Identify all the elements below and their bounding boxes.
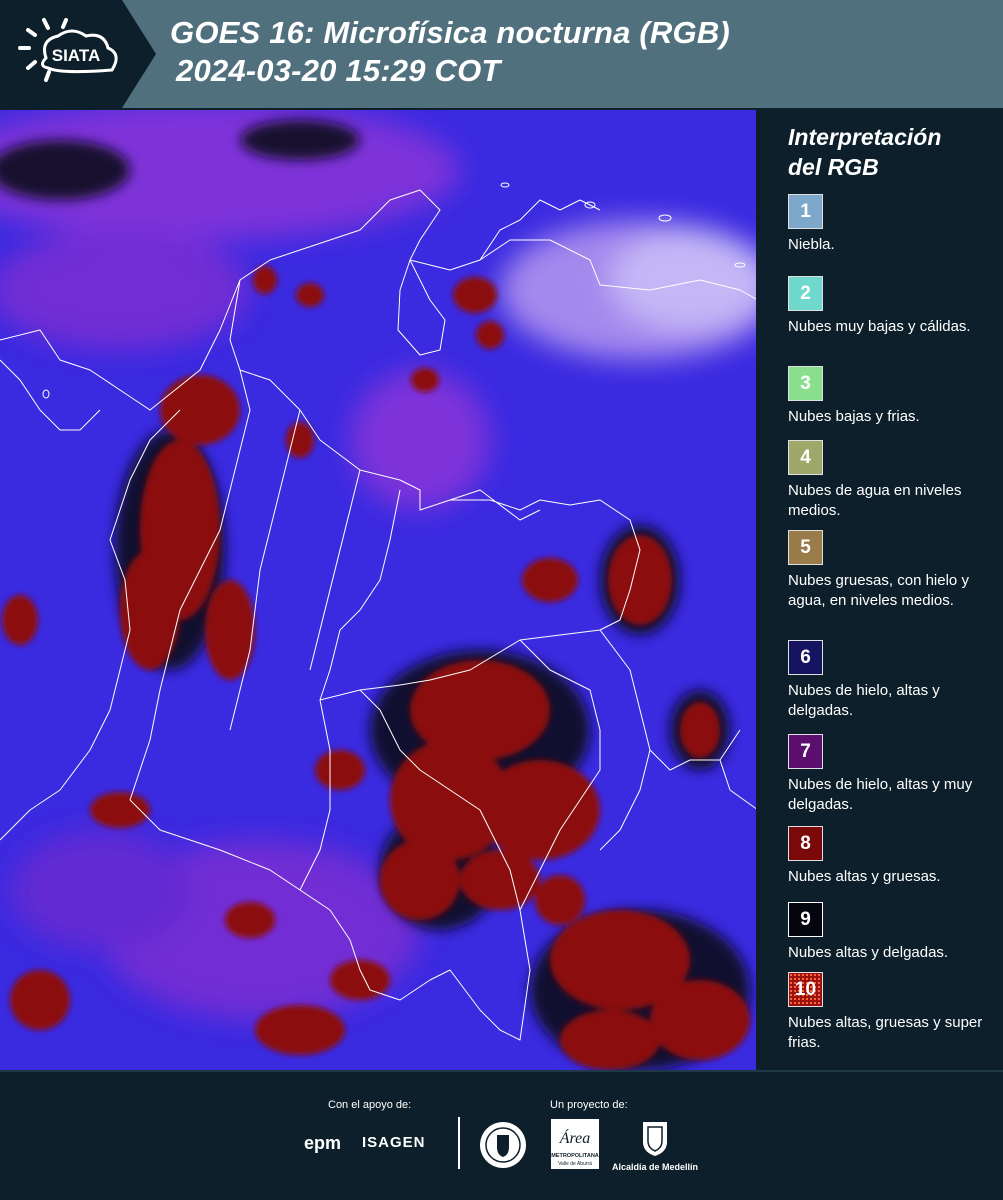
epm-logo: epm [304, 1133, 342, 1153]
project-label: Un proyecto de: [550, 1099, 628, 1111]
legend-swatch: 3 [788, 366, 823, 401]
legend-panel: Interpretación del RGB 1 Niebla. 2 Nubes mu… [760, 110, 1003, 1070]
footer-divider [458, 1117, 460, 1169]
legend-label: Nubes muy bajas y cálidas. [788, 318, 971, 335]
university-seal-icon [480, 1122, 526, 1168]
legend-title-line-1: Interpretación [788, 124, 942, 150]
legend-label: Niebla. [788, 236, 835, 253]
legend-label: Nubes altas, gruesas y super frias. [788, 1014, 983, 1051]
support-label: Con el apoyo de: [328, 1099, 412, 1111]
legend-item: 3 Nubes bajas y frias. [788, 366, 993, 427]
legend-swatch: 1 [788, 194, 823, 229]
legend-label: Nubes gruesas, con hielo y agua, en nive… [788, 572, 969, 609]
legend-item: 2 Nubes muy bajas y cálidas. [788, 276, 993, 337]
legend-label: Nubes altas y gruesas. [788, 868, 941, 885]
legend-item: 1 Niebla. [788, 194, 993, 255]
legend-swatch: 10 [788, 972, 823, 1007]
legend-label: Nubes altas y delgadas. [788, 944, 949, 961]
svg-text:SIATA: SIATA [52, 46, 100, 65]
siata-logo: SIATA [0, 0, 160, 108]
legend-item: 5 Nubes gruesas, con hielo y agua, en niv… [788, 530, 993, 611]
isagen-logo: ISAGEN [362, 1134, 426, 1151]
legend-swatch: 4 [788, 440, 823, 475]
legend-item: 9 Nubes altas y delgadas. [788, 902, 993, 963]
title-line-2: 2024-03-20 15:29 COT [176, 53, 501, 88]
legend-label: Nubes de hielo, altas y muy delgadas. [788, 776, 973, 813]
area-metropolitana-logo: Área METROPOLITANA Valle de Aburrá [551, 1119, 599, 1169]
legend-swatch: 5 [788, 530, 823, 565]
shield-icon [643, 1122, 667, 1156]
legend-title: Interpretación del RGB [788, 122, 941, 182]
svg-text:Valle de Aburrá: Valle de Aburrá [558, 1161, 592, 1167]
alcaldia-label: Alcaldía de Medellín [612, 1162, 699, 1172]
satellite-map[interactable] [0, 110, 758, 1070]
title-line-1: GOES 16: Microfísica nocturna (RGB) [170, 15, 730, 50]
footer: Con el apoyo de: Un proyecto de: epm ISA… [0, 1070, 1003, 1200]
legend-swatch: 9 [788, 902, 823, 937]
legend-label: Nubes de agua en niveles medios. [788, 482, 962, 519]
legend-label: Nubes bajas y frias. [788, 408, 920, 425]
legend-item: 7 Nubes de hielo, altas y muy delgadas. [788, 734, 993, 815]
legend-swatch: 7 [788, 734, 823, 769]
header-bar: SIATA GOES 16: Microfísica nocturna (RGB… [0, 0, 1003, 108]
svg-text:METROPOLITANA: METROPOLITANA [551, 1153, 599, 1159]
legend-item: 8 Nubes altas y gruesas. [788, 826, 993, 887]
legend-swatch: 8 [788, 826, 823, 861]
legend-swatch: 2 [788, 276, 823, 311]
legend-swatch: 6 [788, 640, 823, 675]
page-title: GOES 16: Microfísica nocturna (RGB) 2024… [170, 14, 730, 90]
legend-item: 10 Nubes altas, gruesas y super frias. [788, 972, 993, 1053]
legend-item: 6 Nubes de hielo, altas y delgadas. [788, 640, 993, 721]
legend-title-line-2: del RGB [788, 154, 879, 180]
legend-label: Nubes de hielo, altas y delgadas. [788, 682, 940, 719]
legend-item: 4 Nubes de agua en niveles medios. [788, 440, 993, 521]
svg-text:Área: Área [559, 1128, 591, 1147]
